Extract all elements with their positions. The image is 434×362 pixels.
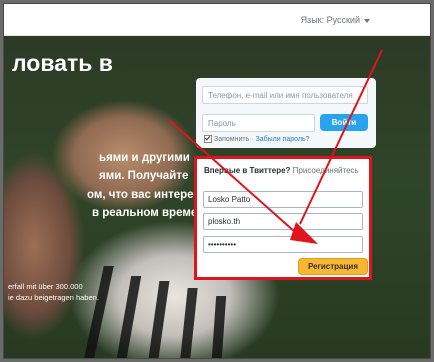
password-field[interactable]: •••••••••• bbox=[203, 236, 363, 253]
signup-form: Впервые в Твиттере? Присоединяйтесь Losk… bbox=[194, 156, 372, 280]
hero-footnote-2: ie dazu beigetragen haben. bbox=[8, 293, 99, 302]
language-label: Язык: Русский bbox=[300, 15, 360, 25]
username-placeholder: Телефон, e-mail или имя пользователя bbox=[208, 91, 353, 100]
jersey-stripe bbox=[116, 276, 142, 358]
top-bar: Язык: Русский bbox=[4, 4, 430, 36]
forgot-password-link[interactable]: Забыли пароль? bbox=[256, 136, 310, 143]
password-placeholder: Пароль bbox=[208, 119, 236, 128]
email-field[interactable]: plosko.th bbox=[203, 213, 363, 230]
signup-join-text: Присоединяйтесь bbox=[292, 166, 359, 175]
remember-checkbox[interactable] bbox=[204, 135, 212, 143]
register-button[interactable]: Регистрация bbox=[298, 258, 368, 275]
jersey-stripe bbox=[211, 296, 227, 358]
browser-window: Язык: Русский ловать в ьями и другими ям… bbox=[3, 3, 431, 359]
remember-row: Запомнить · Забыли пароль? bbox=[204, 135, 310, 143]
jersey-stripe bbox=[180, 288, 198, 358]
signup-title-bold: Впервые в Твиттере? bbox=[204, 166, 291, 175]
remember-label: Запомнить bbox=[214, 135, 250, 143]
jersey-stripe bbox=[148, 281, 170, 358]
jersey-stripe bbox=[84, 266, 114, 358]
password-input[interactable]: Пароль bbox=[202, 114, 315, 132]
chevron-down-icon bbox=[364, 18, 370, 23]
signup-title: Впервые в Твиттере? Присоединяйтесь bbox=[204, 166, 359, 175]
name-field[interactable]: Losko Patto bbox=[203, 191, 363, 208]
separator: · bbox=[251, 135, 254, 143]
welcome-heading: ловать в bbox=[12, 50, 113, 76]
login-button[interactable]: Войти bbox=[320, 114, 368, 131]
hero-footnote-1: erfall mit über 300.000 bbox=[8, 282, 83, 291]
username-input[interactable]: Телефон, e-mail или имя пользователя bbox=[202, 86, 368, 104]
language-selector[interactable]: Язык: Русский bbox=[301, 15, 370, 25]
login-form: Телефон, e-mail или имя пользователя Пар… bbox=[196, 78, 376, 148]
